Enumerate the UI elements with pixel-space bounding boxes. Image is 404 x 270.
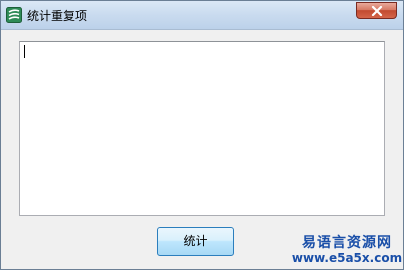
watermark-url: www.e5a5x.com: [291, 251, 403, 265]
title-bar[interactable]: 统计重复项: [1, 1, 403, 30]
site-watermark: 易语言资源网 www.e5a5x.com: [291, 235, 403, 265]
input-textarea[interactable]: [19, 41, 385, 216]
main-window: 统计重复项 统计 易语言资源网 www.e5a5x.com: [0, 0, 404, 270]
count-button[interactable]: 统计: [157, 227, 234, 256]
close-button[interactable]: [356, 2, 397, 19]
app-logo-icon: [6, 7, 22, 23]
close-icon: [371, 6, 383, 16]
text-caret: [24, 45, 25, 58]
watermark-name: 易语言资源网: [302, 235, 392, 251]
window-title: 统计重复项: [27, 9, 88, 23]
